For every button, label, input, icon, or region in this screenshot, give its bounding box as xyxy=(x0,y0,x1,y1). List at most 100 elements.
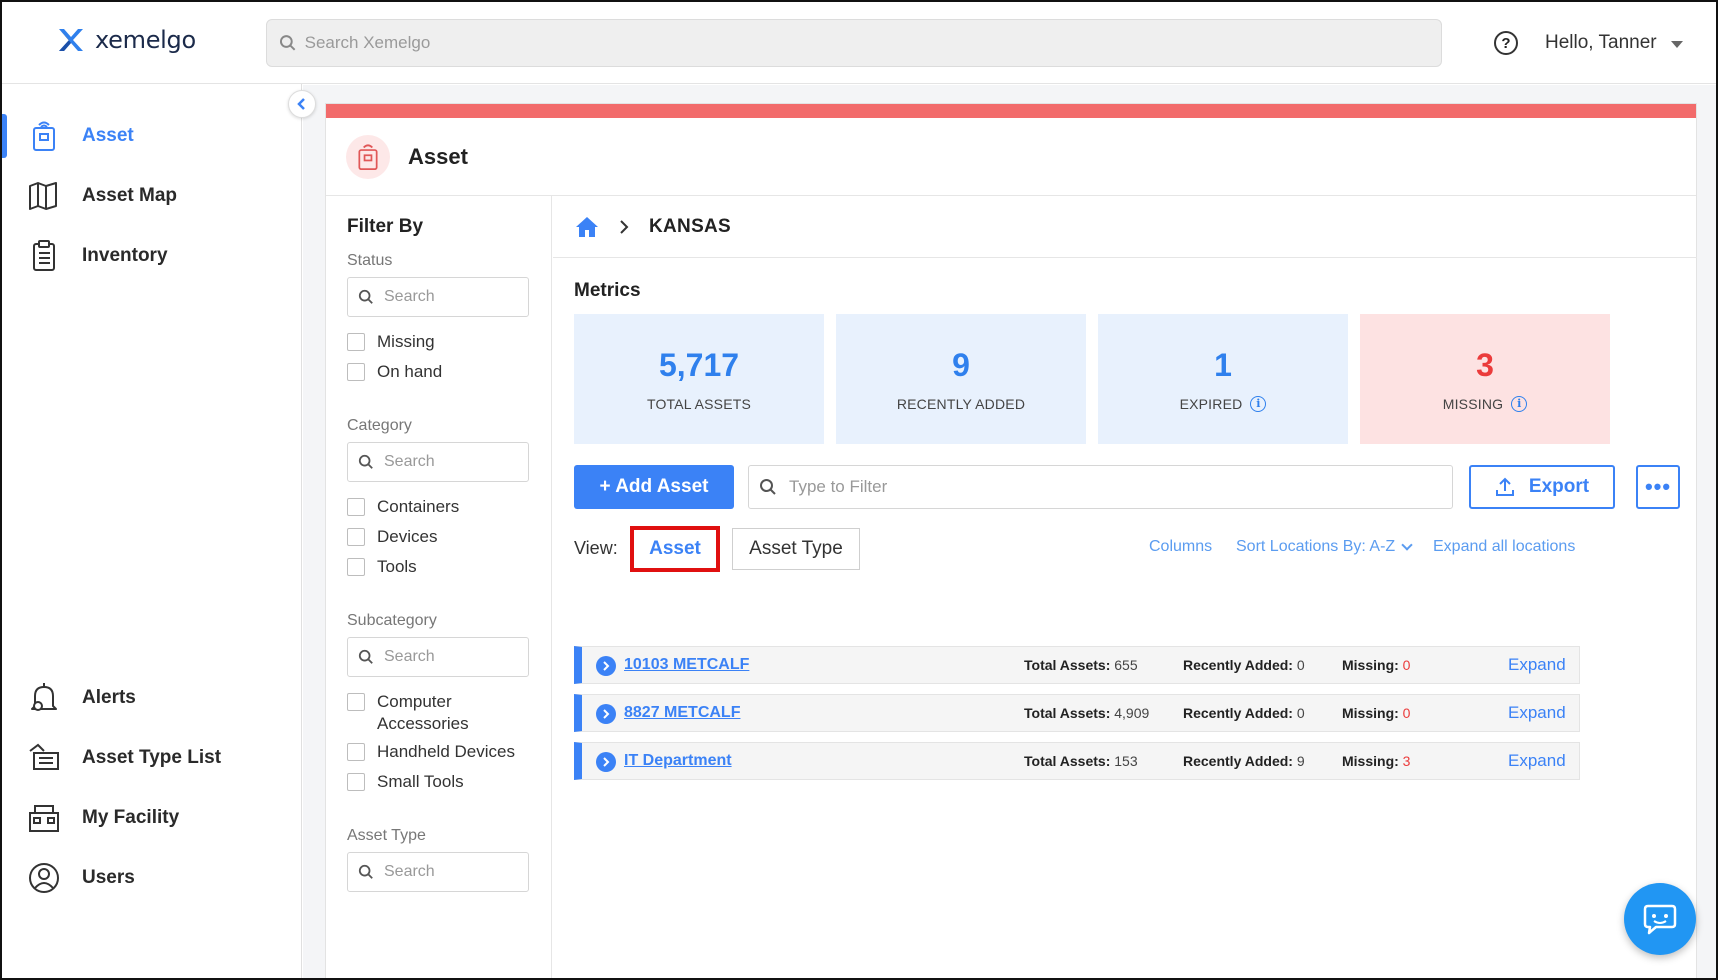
subcategory-search-input[interactable] xyxy=(384,648,504,666)
main-panel: KANSAS Metrics 5,717 TOTAL ASSETS 9 RECE… xyxy=(553,196,1697,978)
location-name-link[interactable]: 10103 METCALF xyxy=(624,656,749,674)
help-icon[interactable]: ? xyxy=(1494,31,1518,55)
checkbox[interactable] xyxy=(347,363,365,381)
stat-value: 655 xyxy=(1114,657,1138,673)
filter-option-small-tools[interactable]: Small Tools xyxy=(347,771,464,793)
clipboard-icon xyxy=(28,240,60,272)
sidebar-item-asset[interactable]: Asset xyxy=(2,108,302,164)
stat-value: 4,909 xyxy=(1114,705,1150,721)
more-options-button[interactable]: ••• xyxy=(1636,465,1680,509)
collapse-sidebar-button[interactable] xyxy=(288,90,316,118)
xemelgo-logo-icon xyxy=(59,29,83,51)
filter-option-computer-accessories[interactable]: Computer Accessories xyxy=(347,691,497,735)
user-menu[interactable]: Hello, Tanner xyxy=(1545,32,1683,54)
info-icon[interactable]: i xyxy=(1511,395,1528,412)
filter-option-handheld-devices[interactable]: Handheld Devices xyxy=(347,741,515,763)
checkbox[interactable] xyxy=(347,743,365,761)
filter-option-containers[interactable]: Containers xyxy=(347,496,459,518)
export-button[interactable]: Export xyxy=(1469,465,1615,509)
sort-locations-dropdown[interactable]: Sort Locations By: A-Z xyxy=(1236,538,1413,556)
location-row[interactable]: 8827 METCALF Total Assets: 4,909 Recentl… xyxy=(574,694,1580,732)
filter-group-asset-type-label: Asset Type xyxy=(347,827,426,844)
checkbox[interactable] xyxy=(347,528,365,546)
location-name-link[interactable]: 8827 METCALF xyxy=(624,704,740,722)
category-search[interactable] xyxy=(347,442,529,482)
logo-text: xemelgo xyxy=(95,26,196,54)
metric-label: TOTAL ASSETS xyxy=(646,395,752,412)
recently-added-stat: Recently Added: 0 xyxy=(1183,705,1305,721)
total-assets-stat: Total Assets: 153 xyxy=(1024,753,1138,769)
global-search-input[interactable] xyxy=(304,33,1441,53)
chevron-right-circle-icon[interactable] xyxy=(596,752,616,772)
sidebar-item-my-facility[interactable]: My Facility xyxy=(2,790,302,846)
stat-label: Recently Added: xyxy=(1183,753,1293,769)
asset-type-search[interactable] xyxy=(347,852,529,892)
sidebar-item-users[interactable]: Users xyxy=(2,850,302,906)
export-label: Export xyxy=(1528,476,1590,497)
expand-link[interactable]: Expand xyxy=(1508,703,1566,723)
global-search[interactable] xyxy=(266,19,1442,67)
checkbox[interactable] xyxy=(347,333,365,351)
expand-all-label: Expand all locations xyxy=(1433,538,1576,555)
status-search-input[interactable] xyxy=(384,288,504,306)
app-frame: xemelgo ? Hello, Tanner Asset Asset Map xyxy=(0,0,1718,980)
expand-link[interactable]: Expand xyxy=(1508,751,1566,771)
metric-missing: 3 MISSING i xyxy=(1360,314,1610,444)
search-icon xyxy=(358,864,373,879)
sidebar-item-inventory[interactable]: Inventory xyxy=(2,228,302,284)
chat-button[interactable] xyxy=(1624,883,1696,955)
filter-option-devices[interactable]: Devices xyxy=(347,526,437,548)
columns-link[interactable]: Columns xyxy=(1149,538,1212,556)
view-asset-type-button[interactable]: Asset Type xyxy=(732,528,860,570)
metric-total-assets: 5,717 TOTAL ASSETS xyxy=(574,314,824,444)
recently-added-stat: Recently Added: 9 xyxy=(1183,753,1305,769)
chevron-right-circle-icon[interactable] xyxy=(596,704,616,724)
page-title: Asset xyxy=(408,143,468,169)
add-asset-button[interactable]: + Add Asset xyxy=(574,465,734,509)
checkbox[interactable] xyxy=(347,693,365,711)
home-icon[interactable] xyxy=(575,216,599,238)
checkbox[interactable] xyxy=(347,498,365,516)
sidebar-item-label: Asset xyxy=(82,125,134,146)
sidebar-item-asset-type-list[interactable]: Asset Type List xyxy=(2,730,302,786)
user-icon xyxy=(28,862,60,894)
filter-option-missing[interactable]: Missing xyxy=(347,331,435,353)
sidebar-item-label: Users xyxy=(82,867,135,888)
search-icon xyxy=(358,289,373,304)
checkbox[interactable] xyxy=(347,558,365,576)
filter-option-label: Devices xyxy=(377,527,438,546)
chevron-right-circle-icon[interactable] xyxy=(596,656,616,676)
logo[interactable]: xemelgo xyxy=(57,26,196,54)
category-search-input[interactable] xyxy=(384,453,504,471)
metric-recently-added: 9 RECENTLY ADDED xyxy=(836,314,1086,444)
location-row[interactable]: 10103 METCALF Total Assets: 655 Recently… xyxy=(574,646,1580,684)
checkbox[interactable] xyxy=(347,773,365,791)
asset-type-search-input[interactable] xyxy=(384,863,504,881)
chat-icon xyxy=(1643,904,1677,935)
stat-value: 0 xyxy=(1296,705,1305,721)
location-name-link[interactable]: IT Department xyxy=(624,752,732,770)
sort-label: Sort Locations By: A-Z xyxy=(1236,538,1396,555)
status-search[interactable] xyxy=(347,277,529,317)
location-row[interactable]: IT Department Total Assets: 153 Recently… xyxy=(574,742,1580,780)
stat-label: Recently Added: xyxy=(1183,657,1293,673)
expand-link[interactable]: Expand xyxy=(1508,655,1566,675)
sidebar: Asset Asset Map Inventory Alerts Asset T… xyxy=(2,84,302,978)
search-icon xyxy=(358,454,373,469)
bell-icon xyxy=(28,682,60,714)
filter-option-tools[interactable]: Tools xyxy=(347,556,417,578)
top-bar: xemelgo ? Hello, Tanner xyxy=(2,2,1716,84)
view-asset-button[interactable]: Asset xyxy=(630,526,720,572)
filter-option-on-hand[interactable]: On hand xyxy=(347,361,442,383)
expand-all-locations-link[interactable]: Expand all locations xyxy=(1433,538,1575,556)
sidebar-item-asset-map[interactable]: Asset Map xyxy=(2,168,302,224)
chevron-left-icon xyxy=(297,98,305,110)
map-icon xyxy=(28,180,60,212)
missing-stat: Missing: 3 xyxy=(1342,753,1410,769)
type-to-filter[interactable] xyxy=(748,465,1453,509)
type-to-filter-input[interactable] xyxy=(789,477,1389,497)
subcategory-search[interactable] xyxy=(347,637,529,677)
info-icon[interactable]: i xyxy=(1250,395,1267,412)
stat-label: Total Assets: xyxy=(1024,657,1111,673)
sidebar-item-alerts[interactable]: Alerts xyxy=(2,670,302,726)
